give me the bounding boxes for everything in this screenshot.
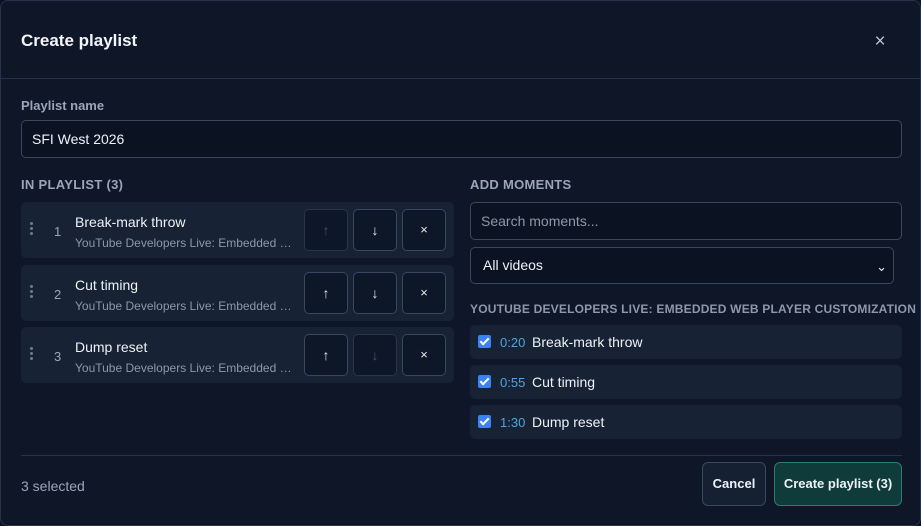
close-icon[interactable]: × bbox=[870, 32, 890, 52]
create-playlist-button[interactable]: Create playlist (3) bbox=[774, 462, 902, 506]
moment-title: Dump reset bbox=[532, 414, 605, 430]
video-filter-value: All videos bbox=[483, 257, 543, 273]
drag-handle-icon[interactable] bbox=[29, 222, 35, 237]
moment-title: Break-mark throw bbox=[532, 334, 643, 350]
playlist-item-title: Dump reset bbox=[75, 339, 148, 355]
add-moments-heading: ADD MOMENTS bbox=[470, 177, 572, 192]
video-filter-select[interactable]: All videos ⌄ bbox=[470, 247, 894, 284]
moment-time: 0:20 bbox=[500, 335, 526, 350]
cancel-button[interactable]: Cancel bbox=[702, 462, 766, 506]
selected-count: 3 selected bbox=[21, 478, 85, 494]
moment-checkbox[interactable] bbox=[478, 375, 491, 388]
move-down-button[interactable]: ↓ bbox=[353, 272, 397, 314]
moment-item[interactable]: 0:20 Break-mark throw bbox=[470, 325, 902, 359]
footer-divider bbox=[21, 455, 902, 456]
drag-handle-icon[interactable] bbox=[29, 285, 35, 300]
remove-button[interactable]: × bbox=[402, 272, 446, 314]
remove-button[interactable]: × bbox=[402, 209, 446, 251]
chevron-down-icon: ⌄ bbox=[876, 259, 887, 274]
moment-title: Cut timing bbox=[532, 374, 596, 390]
dialog-title: Create playlist bbox=[21, 31, 138, 50]
moment-item[interactable]: 0:55 Cut timing bbox=[470, 365, 902, 399]
dialog-header: Create playlist × bbox=[1, 1, 920, 79]
playlist-item-title: Cut timing bbox=[75, 277, 139, 293]
playlist-item: 3 Dump reset YouTube Developers Live: Em… bbox=[21, 327, 454, 383]
playlist-item-title: Break-mark throw bbox=[75, 214, 186, 230]
playlist-item-index: 2 bbox=[54, 287, 62, 302]
playlist-item: 1 Break-mark throw YouTube Developers Li… bbox=[21, 202, 454, 258]
move-down-button[interactable]: ↓ bbox=[353, 209, 397, 251]
in-playlist-heading: IN PLAYLIST (3) bbox=[21, 177, 124, 192]
move-up-button[interactable]: ↑ bbox=[304, 334, 348, 376]
remove-button[interactable]: × bbox=[402, 334, 446, 376]
create-playlist-dialog: Create playlist × Playlist name IN PLAYL… bbox=[0, 0, 921, 526]
search-moments-input[interactable] bbox=[470, 202, 902, 240]
moment-time: 0:55 bbox=[500, 375, 526, 390]
drag-handle-icon[interactable] bbox=[29, 347, 35, 362]
playlist-item-index: 3 bbox=[54, 349, 62, 364]
move-up-button[interactable]: ↑ bbox=[304, 209, 348, 251]
playlist-item-source: YouTube Developers Live: Embedded W... bbox=[75, 361, 297, 375]
playlist-item-index: 1 bbox=[54, 224, 62, 239]
moment-item[interactable]: 1:30 Dump reset bbox=[470, 405, 902, 439]
playlist-item: 2 Cut timing YouTube Developers Live: Em… bbox=[21, 265, 454, 321]
move-up-button[interactable]: ↑ bbox=[304, 272, 348, 314]
move-down-button[interactable]: ↓ bbox=[353, 334, 397, 376]
moment-time: 1:30 bbox=[500, 415, 526, 430]
moment-checkbox[interactable] bbox=[478, 335, 491, 348]
playlist-name-label: Playlist name bbox=[21, 98, 105, 113]
playlist-item-source: YouTube Developers Live: Embedded W... bbox=[75, 299, 297, 313]
playlist-name-input[interactable] bbox=[21, 120, 902, 158]
playlist-item-source: YouTube Developers Live: Embedded W... bbox=[75, 236, 297, 250]
moment-checkbox[interactable] bbox=[478, 415, 491, 428]
video-group-title: YOUTUBE DEVELOPERS LIVE: EMBEDDED WEB PL… bbox=[470, 302, 917, 316]
